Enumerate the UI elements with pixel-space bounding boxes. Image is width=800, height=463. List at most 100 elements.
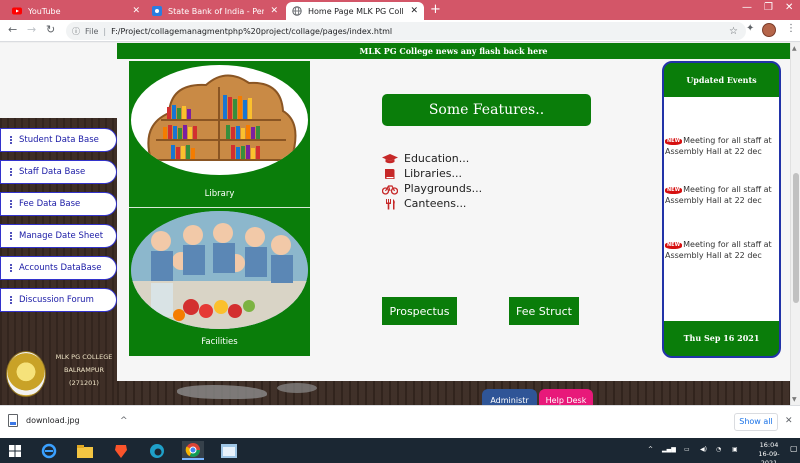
events-date: Thu Sep 16 2021 bbox=[683, 333, 760, 343]
sidebar-item-manage-date-sheet[interactable]: Manage Date Sheet bbox=[0, 224, 117, 248]
globe-icon bbox=[292, 6, 302, 16]
sbi-icon bbox=[152, 6, 162, 16]
menu-kebab-icon[interactable]: ⋮ bbox=[786, 23, 796, 34]
menu-dots-icon bbox=[10, 200, 13, 208]
brave-browser-icon[interactable] bbox=[110, 441, 132, 460]
volume-icon[interactable]: ◀) bbox=[700, 446, 707, 453]
students-facilities-image bbox=[131, 211, 308, 329]
back-icon[interactable]: ← bbox=[8, 23, 17, 36]
sidebar-item-label: Student Data Base bbox=[19, 135, 99, 145]
library-caption: Library bbox=[204, 189, 235, 199]
administrator-button[interactable]: Administr bbox=[482, 389, 537, 405]
browser-tab-strip: YouTube ✕ State Bank of India - Personal… bbox=[0, 0, 800, 20]
world-map-decoration bbox=[177, 385, 267, 399]
tab-title: State Bank of India - Personal Ba bbox=[168, 6, 265, 16]
minimize-icon[interactable]: — bbox=[742, 2, 752, 13]
feature-label: Libraries... bbox=[404, 167, 462, 180]
feature-label: Playgrounds... bbox=[404, 182, 483, 195]
feature-label: Canteens... bbox=[404, 197, 467, 210]
help-desk-button[interactable]: Help Desk bbox=[539, 389, 593, 405]
feature-item-libraries: Libraries... bbox=[382, 166, 482, 181]
fork-knife-icon bbox=[382, 198, 398, 210]
close-tab-icon[interactable]: ✕ bbox=[410, 6, 418, 16]
scroll-down-icon[interactable]: ▼ bbox=[792, 396, 797, 403]
extensions-icon[interactable]: ✦ bbox=[746, 23, 754, 34]
page-scrollbar[interactable]: ▲ ▼ bbox=[790, 43, 800, 405]
tray-chevron-icon[interactable]: ^ bbox=[648, 446, 653, 453]
windows-start-icon[interactable] bbox=[4, 441, 26, 460]
menu-dots-icon bbox=[10, 264, 13, 272]
chevron-up-icon[interactable]: ^ bbox=[120, 416, 128, 426]
event-item: NEW Meeting for all staff at Assembly Hal… bbox=[665, 135, 778, 157]
events-title: Updated Events bbox=[686, 75, 757, 85]
event-item: NEW Meeting for all staff at Assembly Hal… bbox=[665, 184, 778, 206]
bookmark-star-icon[interactable]: ☆ bbox=[729, 26, 738, 37]
sidebar-item-label: Discussion Forum bbox=[19, 295, 94, 305]
edge-browser-icon[interactable] bbox=[146, 441, 168, 460]
close-tab-icon[interactable]: ✕ bbox=[132, 6, 140, 16]
address-bar[interactable]: ⓘ File | F:/Project/collagemanagmentphp%… bbox=[66, 22, 746, 40]
tab-sbi[interactable]: State Bank of India - Personal Ba ✕ bbox=[146, 2, 284, 20]
sidebar-item-staff-database[interactable]: Staff Data Base bbox=[0, 160, 117, 184]
page-footer: Administr Help Desk bbox=[117, 381, 790, 405]
battery-icon[interactable]: ▭ bbox=[684, 446, 690, 453]
close-download-bar-icon[interactable]: ✕ bbox=[785, 416, 793, 426]
graduation-cap-icon bbox=[382, 153, 398, 165]
app-window-icon[interactable] bbox=[218, 441, 240, 460]
tab-title: Home Page MLK PG College bbox=[308, 6, 404, 16]
sidebar-item-label: Staff Data Base bbox=[19, 167, 86, 177]
college-seal-icon bbox=[6, 351, 46, 397]
menu-dots-icon bbox=[10, 136, 13, 144]
feature-item-playgrounds: Playgrounds... bbox=[382, 181, 482, 196]
close-window-icon[interactable]: ✕ bbox=[785, 2, 793, 13]
url-separator: | bbox=[103, 26, 107, 36]
fee-structure-button[interactable]: Fee Struct bbox=[509, 297, 579, 325]
scroll-up-icon[interactable]: ▲ bbox=[792, 45, 797, 52]
file-explorer-icon[interactable] bbox=[74, 441, 96, 460]
forward-icon[interactable]: → bbox=[27, 23, 36, 36]
tab-home-page[interactable]: Home Page MLK PG College ✕ bbox=[286, 2, 424, 20]
download-item[interactable]: download.jpg bbox=[8, 414, 80, 427]
show-all-button[interactable]: Show all bbox=[734, 413, 778, 431]
college-details: MLK PG COLLEGE BALRAMPUR (271201) bbox=[50, 351, 118, 390]
notifications-icon[interactable]: ▢ bbox=[790, 444, 798, 453]
menu-dots-icon bbox=[10, 168, 13, 176]
feature-item-education: Education... bbox=[382, 151, 482, 166]
world-map-decoration bbox=[277, 383, 317, 393]
scrollbar-thumb[interactable] bbox=[793, 173, 799, 303]
close-tab-icon[interactable]: ✕ bbox=[270, 6, 278, 16]
clock-date: 16-09-2021 bbox=[758, 450, 780, 463]
info-icon[interactable]: ⓘ bbox=[72, 26, 80, 37]
language-icon[interactable]: ▣ bbox=[732, 446, 738, 453]
windows-taskbar: ^ ▂▄▆ ▭ ◀) ◔ ▣ 16:04 16-09-2021 ▢ bbox=[0, 438, 800, 463]
feature-label: Education... bbox=[404, 152, 470, 165]
sidebar-item-discussion-forum[interactable]: Discussion Forum bbox=[0, 288, 117, 312]
youtube-icon bbox=[12, 6, 22, 16]
prospectus-button[interactable]: Prospectus bbox=[382, 297, 457, 325]
college-code: (271201) bbox=[69, 379, 99, 387]
college-city: BALRAMPUR bbox=[63, 366, 105, 374]
wifi-icon[interactable]: ◔ bbox=[716, 446, 721, 453]
events-list[interactable]: NEW Meeting for all staff at Assembly Hal… bbox=[664, 97, 779, 321]
sidebar-item-fee-database[interactable]: Fee Data Base bbox=[0, 192, 117, 216]
restore-icon[interactable]: ❐ bbox=[764, 2, 773, 13]
new-tab-icon[interactable]: + bbox=[430, 3, 441, 17]
chrome-browser-icon[interactable] bbox=[182, 441, 204, 460]
reload-icon[interactable]: ↻ bbox=[46, 23, 55, 36]
new-badge-icon: NEW bbox=[665, 242, 683, 249]
menu-dots-icon bbox=[10, 232, 13, 240]
download-bar: download.jpg ^ Show all ✕ bbox=[0, 405, 800, 438]
event-item: NEW Meeting for all staff at Assembly Hal… bbox=[665, 239, 778, 261]
browser-toolbar: ← → ↻ ⓘ File | F:/Project/collagemanagme… bbox=[0, 20, 800, 42]
sidebar-item-accounts-database[interactable]: Accounts DataBase bbox=[0, 256, 117, 280]
bicycle-icon bbox=[382, 183, 398, 195]
profile-avatar[interactable] bbox=[762, 23, 776, 37]
internet-explorer-icon[interactable] bbox=[38, 441, 60, 460]
college-name: MLK PG COLLEGE bbox=[55, 353, 113, 361]
tab-youtube[interactable]: YouTube ✕ bbox=[6, 2, 146, 20]
network-icon[interactable]: ▂▄▆ bbox=[662, 446, 676, 453]
system-clock[interactable]: 16:04 16-09-2021 bbox=[752, 441, 786, 463]
sidebar-item-student-database[interactable]: Student Data Base bbox=[0, 128, 117, 152]
image-divider bbox=[129, 207, 310, 208]
feature-list: Education... Libraries... Playgrounds...… bbox=[382, 151, 482, 211]
